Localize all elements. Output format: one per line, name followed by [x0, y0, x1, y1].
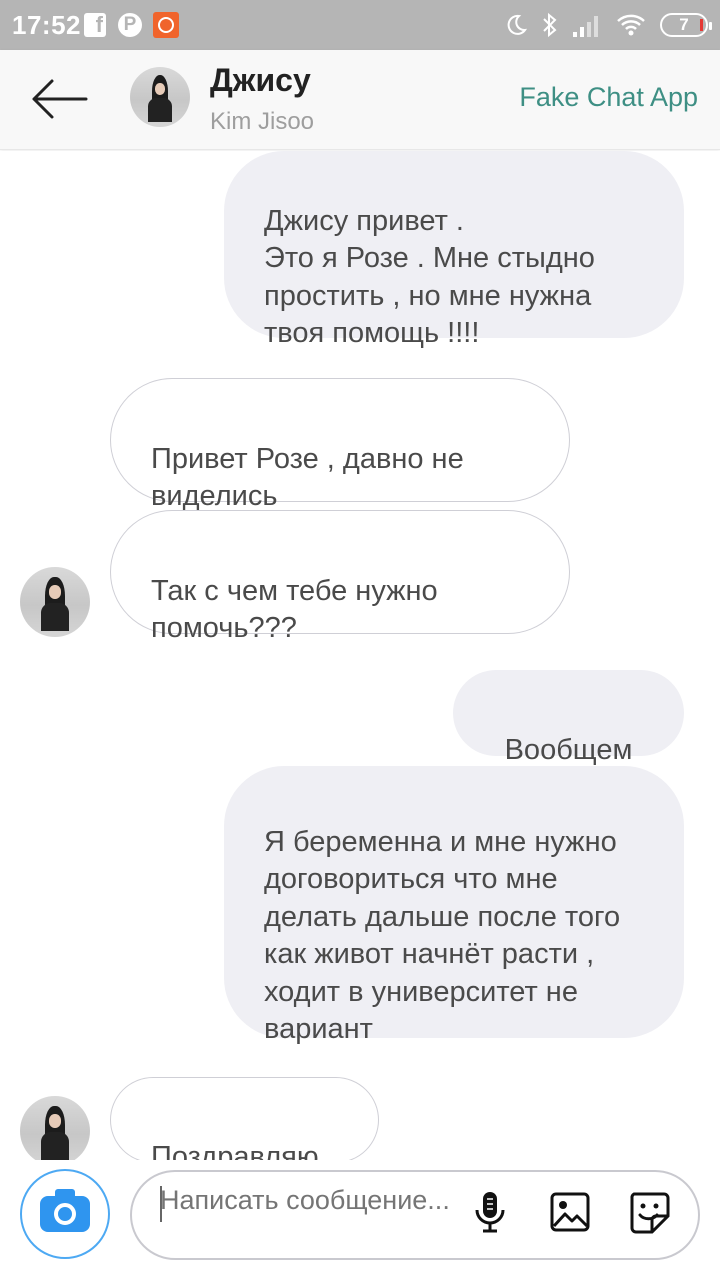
message-bubble-outgoing: Вообщем [453, 670, 684, 766]
brand-label: Fake Chat App [519, 82, 698, 112]
camera-icon [40, 1189, 90, 1232]
bluetooth-icon [543, 12, 557, 38]
sticker-icon [630, 1192, 670, 1234]
composer-bar [0, 1160, 720, 1280]
message-bubble-outgoing: Я беременна и мне нужно договориться что… [224, 766, 684, 1045]
facebook-icon: f [84, 12, 106, 37]
contact-subtitle: Kim Jisoo [210, 108, 315, 135]
arrow-left-icon [32, 79, 88, 119]
image-icon [550, 1192, 590, 1232]
message-text: Так с чем тебе нужно помочь??? [151, 574, 438, 645]
message-text: Поздравляю [151, 1140, 319, 1161]
status-time: 17:52 [12, 10, 81, 40]
message-bubble-outgoing: Джису привет . Это я Розе . Мне стыдно п… [224, 151, 684, 349]
status-bar: 17:52 f P 7 [0, 0, 720, 50]
message-text: Вообщем [504, 733, 633, 766]
chat-header: Джису Kim Jisoo Fake Chat App [0, 50, 720, 150]
sender-avatar[interactable] [20, 567, 90, 637]
sender-avatar[interactable] [20, 1096, 90, 1160]
contact-name: Джису [210, 62, 311, 98]
microphone-icon [475, 1192, 505, 1233]
camera-button[interactable] [20, 1169, 110, 1259]
message-list[interactable]: Джису привет . Это я Розе . Мне стыдно п… [0, 151, 720, 1160]
app-notification-icon [153, 12, 179, 38]
microphone-button[interactable] [468, 1190, 512, 1234]
sticker-button[interactable] [628, 1190, 672, 1234]
message-text: Джису привет . Это я Розе . Мне стыдно п… [264, 204, 595, 350]
message-text: Привет Розе , давно не виделись [151, 442, 464, 513]
message-bubble-incoming: Привет Розе , давно не виделись [110, 378, 570, 512]
message-text: Я беременна и мне нужно договориться что… [264, 825, 621, 1046]
battery-icon: 7 [660, 13, 712, 37]
moon-icon [507, 14, 528, 35]
back-button[interactable] [28, 76, 90, 122]
message-bubble-incoming: Поздравляю [110, 1077, 379, 1160]
message-bubble-incoming: Так с чем тебе нужно помочь??? [110, 510, 570, 644]
signal-icon [573, 16, 598, 37]
wifi-icon [617, 14, 645, 36]
pinterest-icon: P [118, 13, 142, 37]
image-button[interactable] [548, 1190, 592, 1234]
contact-avatar[interactable] [130, 67, 190, 127]
battery-level: 7 [679, 15, 689, 34]
message-input[interactable] [160, 1184, 460, 1254]
